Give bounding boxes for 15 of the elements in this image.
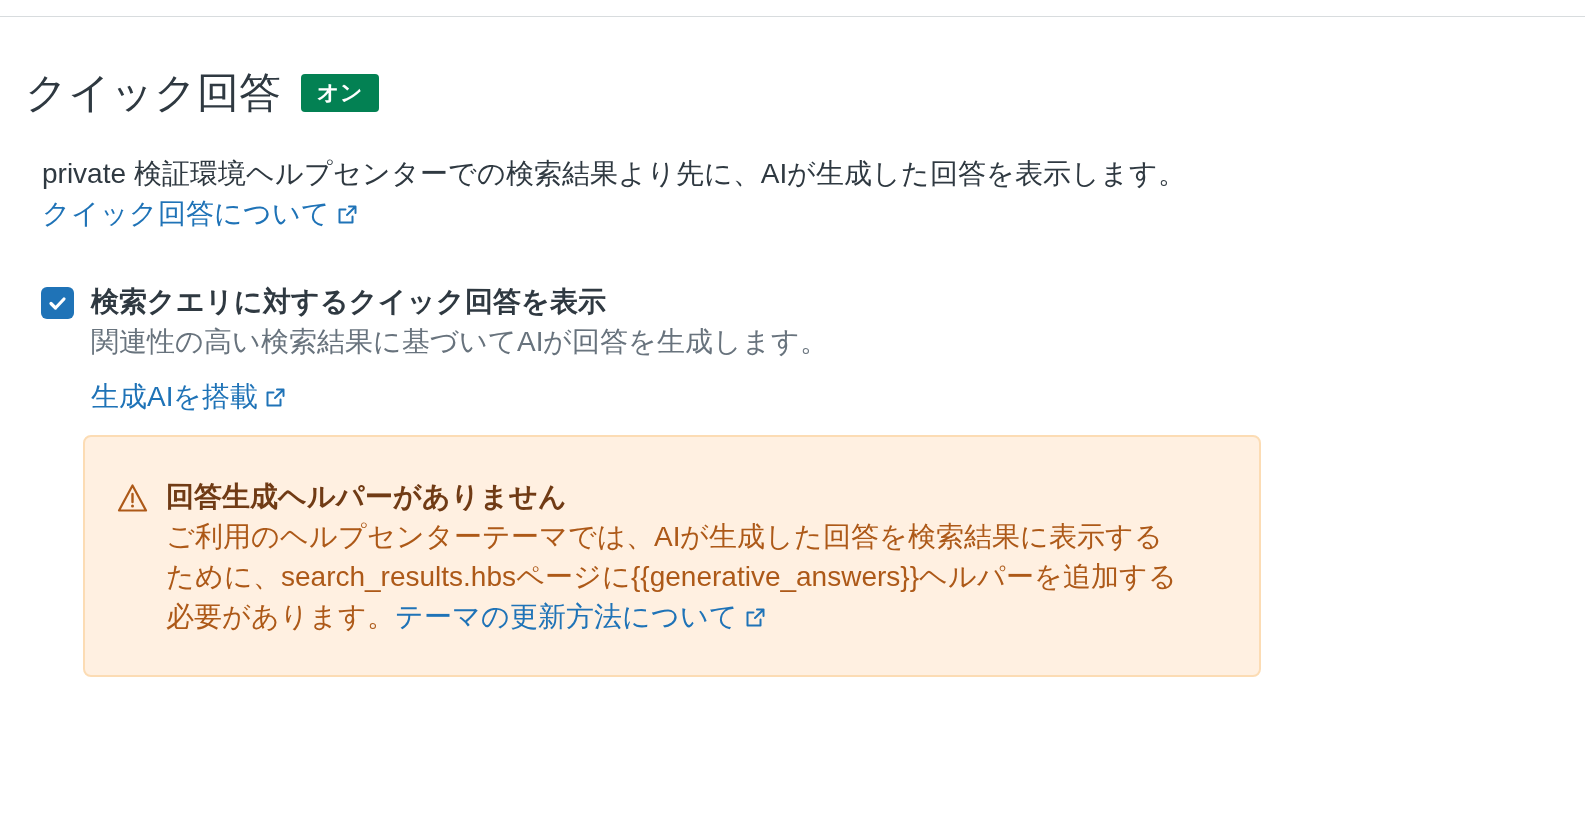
checkbox-label: 検索クエリに対するクイック回答を表示 <box>91 285 606 319</box>
generative-ai-link[interactable]: 生成AIを搭載 <box>91 377 286 417</box>
about-link[interactable]: クイック回答について <box>42 194 357 234</box>
alert-title: 回答生成ヘルパーがありません <box>166 480 567 514</box>
warning-icon <box>117 483 148 513</box>
alert-message: ご利用のヘルプセンターテーマでは、AIが生成した回答を検索結果に表示するために、search_results.hbsページに{{generative_answers}}ヘルパーを追加する必要があります。テーマの更新方法について <box>166 520 1178 634</box>
page-title: クイック回答 <box>25 68 281 118</box>
external-link-icon <box>746 608 765 627</box>
status-badge: オン <box>301 74 379 112</box>
hint-text: 関連性の高い検索結果に基づいてAIが回答を生成します。 <box>91 325 829 359</box>
theme-update-link[interactable]: テーマの更新方法について <box>395 601 765 632</box>
checkbox[interactable] <box>41 287 74 319</box>
external-link-icon <box>266 388 286 407</box>
description-text: private 検証環境ヘルプセンターでの検索結果より先に、AIが生成した回答を表示します。 <box>42 157 1187 191</box>
external-link-icon <box>338 205 357 224</box>
